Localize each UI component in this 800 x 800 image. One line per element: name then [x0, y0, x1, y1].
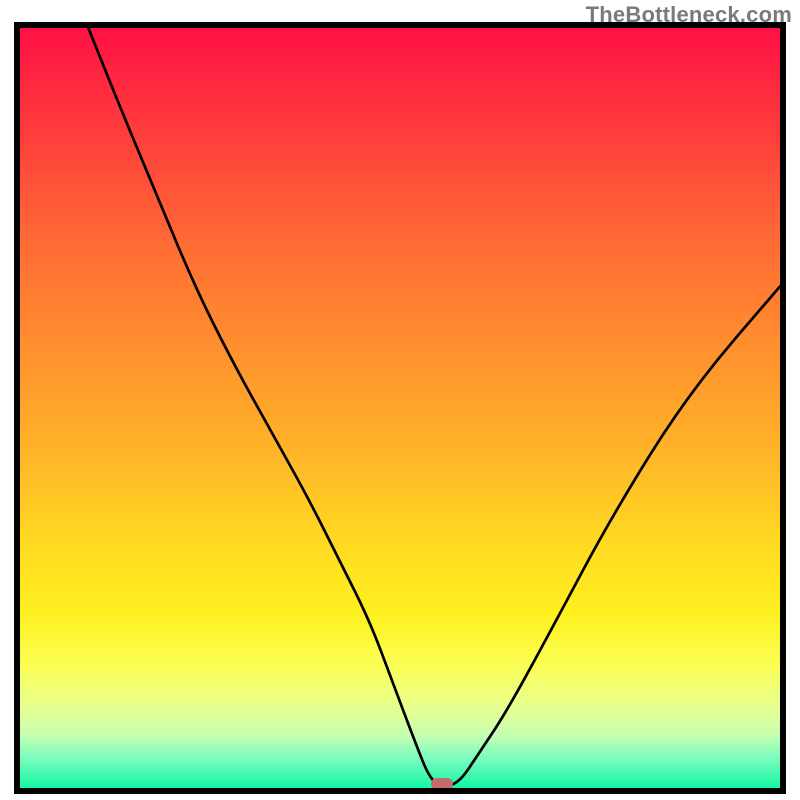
plot-frame [14, 22, 786, 794]
heat-gradient-background [20, 28, 780, 788]
trough-marker-icon [431, 778, 453, 790]
chart-stage: TheBottleneck.com [0, 0, 800, 800]
